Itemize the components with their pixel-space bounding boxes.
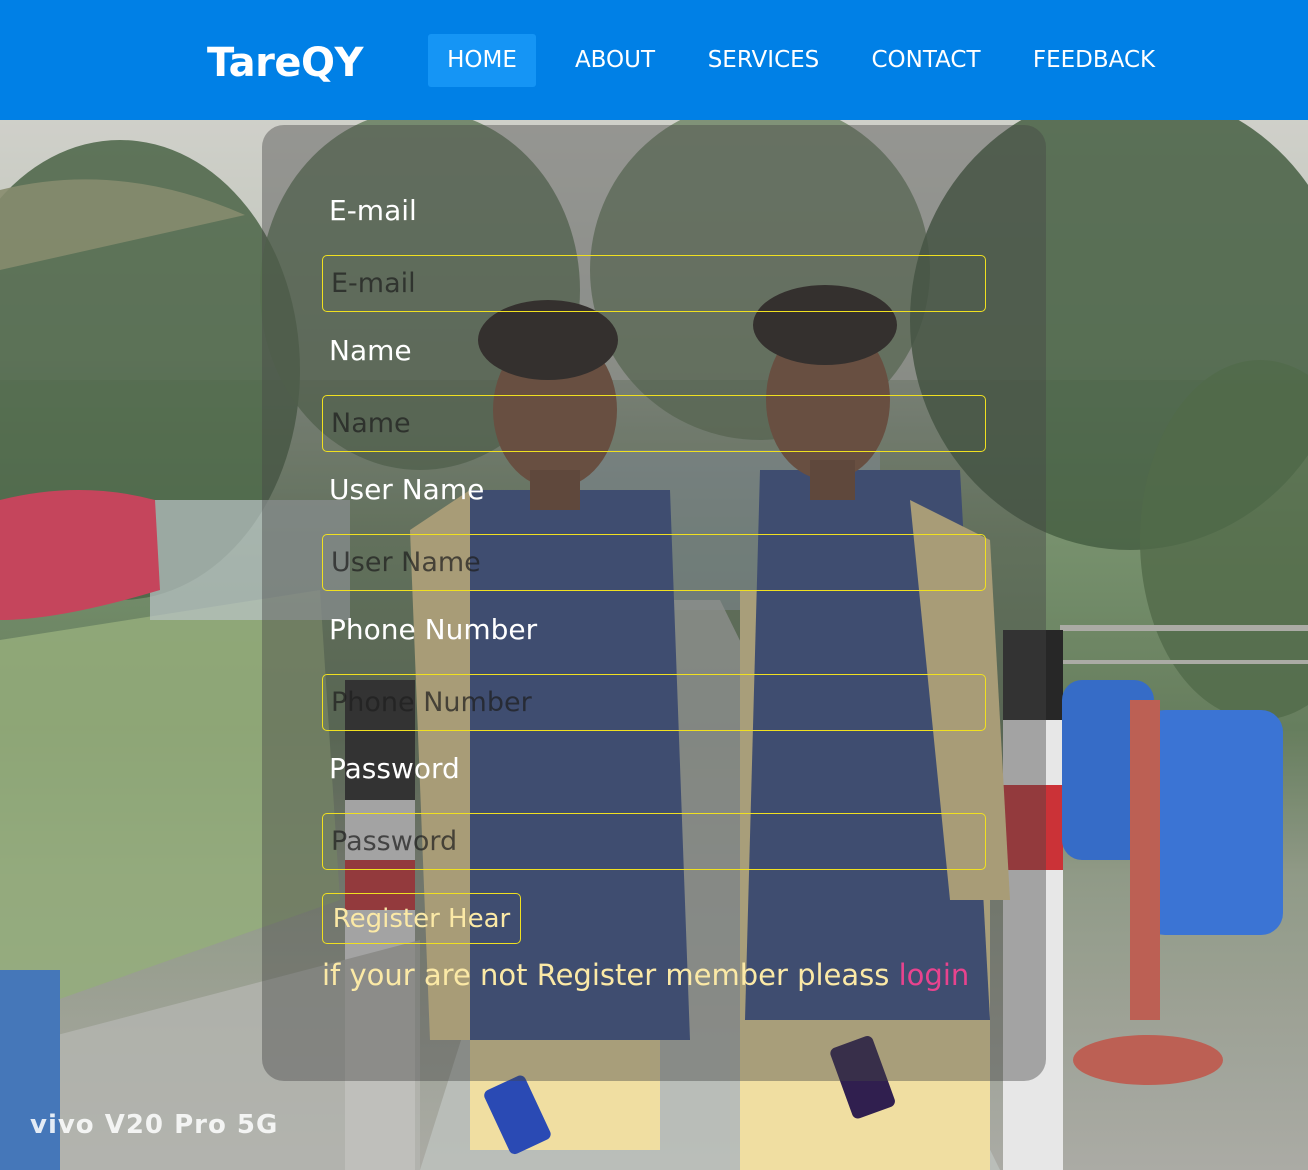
camera-watermark: vivo V20 Pro 5G: [30, 1110, 279, 1140]
top-navbar: TareQY HOME ABOUT SERVICES CONTACT FEEDB…: [0, 0, 1308, 120]
name-label: Name: [329, 334, 412, 367]
login-link[interactable]: login: [899, 958, 970, 992]
email-label: E-mail: [329, 194, 417, 227]
password-label: Password: [329, 752, 460, 785]
username-label: User Name: [329, 473, 485, 506]
nav-about[interactable]: ABOUT: [560, 34, 670, 87]
nav-feedback[interactable]: FEEDBACK: [1028, 34, 1160, 87]
username-field[interactable]: [322, 534, 986, 591]
nav-services[interactable]: SERVICES: [700, 34, 827, 87]
login-prompt: if your are not Register member pleass l…: [322, 955, 969, 995]
phone-field[interactable]: [322, 674, 986, 731]
nav-contact[interactable]: CONTACT: [862, 34, 990, 87]
login-prompt-text: if your are not Register member pleass: [322, 958, 899, 992]
password-field[interactable]: [322, 813, 986, 870]
name-field[interactable]: [322, 395, 986, 452]
brand-logo[interactable]: TareQY: [207, 38, 363, 88]
nav-home[interactable]: HOME: [428, 34, 536, 87]
email-field[interactable]: [322, 255, 986, 312]
register-button[interactable]: Register Hear: [322, 893, 521, 944]
phone-label: Phone Number: [329, 613, 538, 646]
